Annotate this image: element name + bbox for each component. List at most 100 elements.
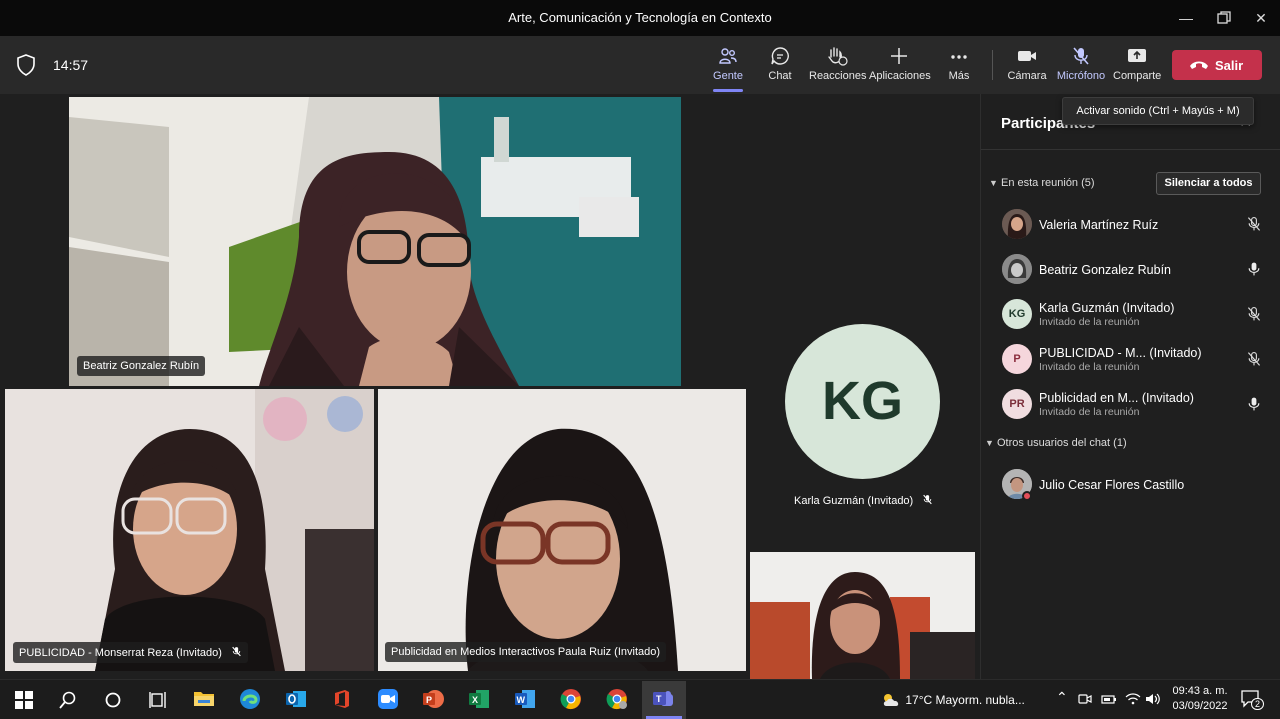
self-view-tile[interactable] — [750, 552, 975, 679]
participant-name: Julio Cesar Flores Castillo — [1039, 478, 1185, 492]
shield-icon — [16, 54, 36, 81]
tile-name-text: PUBLICIDAD - Monserrat Reza (Invitado) — [19, 647, 222, 659]
camera-icon — [1018, 51, 1036, 61]
participant-row[interactable]: Valeria Martínez Ruíz — [981, 204, 1280, 246]
video-tile-paula[interactable]: Publicidad en Medios Interactivos Paula … — [378, 389, 746, 671]
powerpoint-icon[interactable]: P — [422, 688, 446, 712]
avatar: P — [1002, 344, 1032, 374]
zoom-icon[interactable] — [377, 688, 401, 712]
notification-count: 2 — [1251, 698, 1265, 710]
window-title: Arte, Comunicación y Tecnología en Conte… — [508, 10, 772, 25]
in-meeting-label: En esta reunión (5) — [1001, 177, 1095, 189]
avatar: PR — [1002, 389, 1032, 419]
more-label: Más — [948, 70, 970, 82]
microphone-button[interactable]: Micrófono — [1056, 46, 1106, 82]
leave-button[interactable]: Salir — [1172, 50, 1262, 80]
meeting-toolbar: 14:57 Gente Chat Reacciones Aplicaciones… — [0, 36, 1280, 94]
minimize-button[interactable]: — — [1171, 6, 1201, 30]
chat-button[interactable]: Chat — [764, 46, 796, 82]
camera-button[interactable]: Cámara — [1007, 46, 1047, 82]
plus-icon — [891, 48, 907, 64]
participant-row[interactable]: Beatriz Gonzalez Rubín — [981, 249, 1280, 291]
more-button[interactable]: Más — [944, 46, 974, 82]
chevron-down-icon: ▼ — [989, 178, 998, 188]
weather-widget[interactable]: 17°C Mayorm. nubla... — [880, 692, 1025, 708]
raise-hand-icon — [828, 47, 848, 66]
share-button[interactable]: Comparte — [1113, 46, 1161, 82]
apps-button[interactable]: Aplicaciones — [869, 46, 931, 82]
participant-row[interactable]: P PUBLICIDAD - M... (Invitado) Invitado … — [981, 339, 1280, 381]
svg-text:T: T — [656, 694, 662, 704]
mic-tooltip: Activar sonido (Ctrl + Mayús + M) — [1062, 97, 1254, 125]
participant-name: Karla Guzmán (Invitado) — [1039, 301, 1175, 315]
tile-name-label: Publicidad en Medios Interactivos Paula … — [385, 642, 667, 662]
chevron-up-icon[interactable]: ⌃ — [1056, 689, 1068, 706]
cortana-icon[interactable] — [101, 688, 125, 712]
chat-icon — [771, 47, 789, 65]
participant-name: Valeria Martínez Ruíz — [1039, 218, 1159, 232]
participant-role: Invitado de la reunión — [1039, 361, 1140, 373]
participant-row[interactable]: KG Karla Guzmán (Invitado) Invitado de l… — [981, 294, 1280, 336]
avatar — [1002, 254, 1032, 284]
weather-text: 17°C Mayorm. nubla... — [905, 693, 1025, 707]
mic-off-icon — [1246, 306, 1262, 327]
participant-name: Publicidad en M... (Invitado) — [1039, 391, 1194, 405]
windows-start-icon[interactable] — [12, 688, 36, 712]
video-tile-beatriz[interactable]: Beatriz Gonzalez Rubín — [69, 97, 681, 386]
reactions-label: Reacciones — [809, 70, 867, 82]
video-tile-monserrat[interactable]: PUBLICIDAD - Monserrat Reza (Invitado) — [5, 389, 374, 671]
office-icon[interactable] — [331, 688, 355, 712]
file-explorer-icon[interactable] — [193, 688, 217, 712]
share-label: Comparte — [1113, 70, 1162, 82]
phone-hangup-icon — [1190, 61, 1208, 69]
leave-label: Salir — [1215, 58, 1244, 73]
chrome-icon[interactable] — [560, 688, 584, 712]
people-tab-indicator — [713, 89, 743, 92]
clock-date: 03/09/2022 — [1172, 700, 1228, 712]
in-meeting-section-toggle[interactable]: ▼ En esta reunión (5) — [989, 177, 1095, 189]
participant-row[interactable]: Julio Cesar Flores Castillo — [981, 464, 1280, 506]
mute-all-button[interactable]: Silenciar a todos — [1156, 172, 1261, 195]
mic-off-icon — [232, 646, 241, 657]
participant-name: Beatriz Gonzalez Rubín — [1039, 263, 1172, 277]
volume-icon[interactable] — [1145, 692, 1161, 709]
battery-icon[interactable] — [1101, 692, 1117, 709]
people-button[interactable]: Gente — [710, 46, 746, 82]
wifi-icon[interactable] — [1125, 692, 1141, 709]
participants-panel: Participantes ✕ ▼En esta reunión (5) Sil… — [980, 94, 1280, 679]
avatar — [1002, 209, 1032, 239]
video-feed — [69, 97, 681, 386]
mic-off-icon — [1246, 216, 1262, 237]
video-feed — [378, 389, 746, 671]
restore-button[interactable] — [1209, 6, 1239, 30]
participant-row[interactable]: PR Publicidad en M... (Invitado) Invitad… — [981, 384, 1280, 426]
svg-text:P: P — [426, 695, 432, 705]
tile-name-text: Karla Guzmán (Invitado) — [794, 495, 914, 507]
outlook-icon[interactable] — [285, 688, 309, 712]
svg-text:X: X — [472, 695, 478, 705]
video-feed — [5, 389, 374, 671]
excel-icon[interactable]: X — [468, 688, 492, 712]
task-view-icon[interactable] — [146, 688, 170, 712]
meet-now-icon[interactable] — [1078, 692, 1092, 709]
status-badge — [1022, 491, 1032, 501]
apps-label: Aplicaciones — [869, 70, 931, 82]
tile-name-label: Karla Guzmán (Invitado) — [794, 494, 933, 507]
reactions-button[interactable]: Reacciones — [809, 46, 867, 82]
chat-label: Chat — [768, 70, 792, 82]
more-icon — [951, 55, 967, 59]
mic-off-icon — [1246, 351, 1262, 372]
microphone-label: Micrófono — [1056, 70, 1106, 82]
cloud-sun-icon — [883, 694, 899, 706]
chrome-profile-icon[interactable] — [606, 688, 630, 712]
edge-icon[interactable] — [239, 688, 263, 712]
notifications-button[interactable]: 2 — [1240, 689, 1265, 712]
search-icon[interactable] — [56, 688, 80, 712]
tile-name-label: PUBLICIDAD - Monserrat Reza (Invitado) — [13, 642, 249, 663]
word-icon[interactable]: W — [514, 688, 538, 712]
toolbar-divider — [992, 50, 993, 80]
teams-icon[interactable]: T — [652, 688, 676, 712]
others-section-toggle[interactable]: ▼ Otros usuarios del chat (1) — [985, 437, 1127, 449]
close-window-button[interactable]: ✕ — [1246, 6, 1276, 30]
system-clock[interactable]: 09:43 a. m. 03/09/2022 — [1170, 684, 1230, 714]
